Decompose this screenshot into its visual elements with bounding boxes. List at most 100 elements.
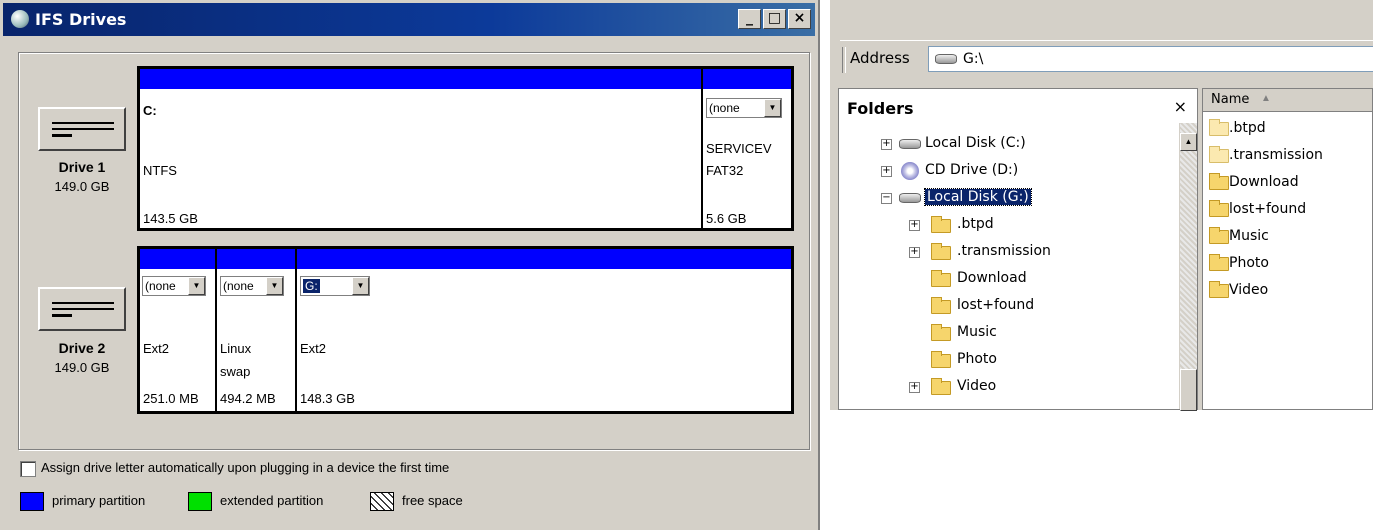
partition-fs: Ext2 [300, 341, 327, 356]
legend-free-label: free space [402, 493, 463, 508]
minimize-button[interactable]: _ [738, 9, 761, 29]
drive-1-partition-map: C: NTFS 143.5 GB (none ▼ SERVICEV FAT32 … [137, 66, 794, 231]
expand-icon[interactable]: + [881, 166, 892, 177]
tree-item-cd-drive-d[interactable]: + CD Drive (D:) [839, 160, 1169, 184]
partition-fs: Linux [220, 341, 252, 356]
drive-letter-dropdown[interactable]: (none ▼ [142, 276, 206, 296]
tree-item-local-disk-c[interactable]: + Local Disk (C:) [839, 133, 1169, 157]
scrollbar-thumb[interactable] [1180, 369, 1197, 411]
file-list-pane: Name ▲ .btpd .transmission Download lost… [1202, 88, 1373, 410]
tree-item-btpd[interactable]: + .btpd [839, 214, 1169, 238]
primary-partition-bar [297, 249, 791, 269]
chevron-down-icon[interactable]: ▼ [266, 277, 283, 295]
address-label: Address [850, 49, 910, 67]
drive-2-name: Drive 2 [58, 340, 106, 356]
tree-item-label: Photo [957, 351, 997, 367]
partition-size: 251.0 MB [143, 391, 199, 406]
drive-1-name: Drive 1 [58, 159, 106, 175]
partition-fs-line2: swap [220, 364, 251, 379]
hard-drive-icon [38, 287, 126, 331]
chevron-down-icon[interactable]: ▼ [352, 277, 369, 295]
partition-size: 494.2 MB [220, 391, 276, 406]
dropdown-value: (none [709, 101, 740, 115]
cd-drive-icon [901, 162, 919, 180]
ifs-app-icon [11, 10, 29, 28]
partition-label: SERVICEV [706, 141, 772, 156]
partition-g[interactable]: G: ▼ Ext2 148.3 GB [297, 249, 791, 411]
sort-ascending-icon: ▲ [1261, 93, 1271, 104]
folders-title: Folders [847, 99, 914, 118]
ifs-drives-window: IFS Drives _ □ × Drive 1 149.0 GB C: NTF… [0, 0, 820, 530]
tree-item-label: CD Drive (D:) [925, 162, 1019, 178]
title-bar[interactable]: IFS Drives _ □ × [3, 3, 815, 36]
partition-linux-swap[interactable]: (none ▼ Linux swap 494.2 MB [217, 249, 297, 411]
close-button[interactable]: × [788, 9, 811, 29]
tree-item-label: .btpd [957, 216, 994, 232]
legend-extended-label: extended partition [220, 493, 324, 508]
collapse-icon[interactable]: − [881, 193, 892, 204]
legend-primary-label: primary partition [52, 493, 146, 508]
expand-icon[interactable]: + [909, 247, 920, 258]
partition-size: 148.3 GB [300, 391, 355, 406]
folders-scrollbar[interactable] [1179, 123, 1197, 409]
tree-item-label: Local Disk (G:) [924, 188, 1032, 206]
drive-letter-dropdown[interactable]: (none ▼ [220, 276, 284, 296]
auto-assign-checkbox[interactable] [20, 461, 36, 477]
tree-item-label: .transmission [957, 243, 1051, 259]
primary-partition-bar [140, 249, 215, 269]
tree-item-video[interactable]: + Video [839, 376, 1169, 400]
partition-ext2-small[interactable]: (none ▼ Ext2 251.0 MB [140, 249, 217, 411]
tree-item-local-disk-g[interactable]: − Local Disk (G:) [839, 187, 1169, 211]
chevron-down-icon[interactable]: ▼ [188, 277, 205, 295]
tree-item-transmission[interactable]: + .transmission [839, 241, 1169, 265]
folder-icon [931, 243, 951, 260]
expand-icon[interactable]: + [881, 139, 892, 150]
expand-icon[interactable]: + [909, 220, 920, 231]
hard-drive-icon [899, 139, 921, 149]
folder-icon [1209, 227, 1229, 244]
drive-letter-dropdown[interactable]: G: ▼ [300, 276, 370, 296]
partition-size: 143.5 GB [143, 211, 198, 226]
folder-icon [1209, 146, 1229, 163]
address-input[interactable]: G:\ [928, 46, 1373, 72]
window-title: IFS Drives [35, 10, 127, 29]
scroll-up-arrow-icon[interactable]: ▲ [1180, 133, 1197, 151]
tree-item-label: Download [957, 270, 1027, 286]
auto-assign-label[interactable]: Assign drive letter automatically upon p… [41, 460, 449, 475]
partition-servicev[interactable]: (none ▼ SERVICEV FAT32 5.6 GB [703, 69, 791, 228]
folder-icon [931, 324, 951, 341]
column-name-label: Name [1211, 92, 1250, 107]
column-header-name[interactable]: Name ▲ [1203, 89, 1372, 112]
tree-item-label: Video [957, 378, 997, 394]
folder-icon [1209, 200, 1229, 217]
hard-drive-icon [935, 54, 957, 64]
maximize-button[interactable]: □ [763, 9, 786, 29]
dropdown-value: (none [145, 279, 176, 293]
tree-item-photo[interactable]: Photo [839, 349, 1169, 373]
list-item-label: .transmission [1229, 147, 1323, 163]
hard-drive-icon [38, 107, 126, 151]
drive-2-size: 149.0 GB [54, 360, 110, 375]
tree-item-download[interactable]: Download [839, 268, 1169, 292]
tree-item-label: Local Disk (C:) [925, 135, 1026, 151]
list-item-label: Video [1229, 282, 1269, 298]
tree-item-music[interactable]: Music [839, 322, 1169, 346]
expand-icon[interactable]: + [909, 382, 920, 393]
chevron-down-icon[interactable]: ▼ [764, 99, 781, 117]
partition-fs: NTFS [143, 163, 177, 178]
address-value: G:\ [963, 51, 984, 67]
list-item-label: Music [1229, 228, 1269, 244]
primary-partition-swatch [20, 492, 44, 511]
tree-item-lost-found[interactable]: lost+found [839, 295, 1169, 319]
toolbar-grip[interactable] [842, 47, 846, 73]
drive-letter-dropdown[interactable]: (none ▼ [706, 98, 782, 118]
folder-icon [931, 297, 951, 314]
drive-1-size: 149.0 GB [54, 179, 110, 194]
partition-c[interactable]: C: NTFS 143.5 GB [140, 69, 703, 228]
partition-letter: C: [143, 103, 157, 118]
close-icon[interactable]: × [1174, 97, 1187, 116]
address-bar: Address G:\ [840, 40, 1373, 83]
hard-drive-icon [899, 193, 921, 203]
dropdown-value: G: [303, 279, 320, 293]
drive-2-partition-map: (none ▼ Ext2 251.0 MB (none ▼ Linux swap… [137, 246, 794, 414]
